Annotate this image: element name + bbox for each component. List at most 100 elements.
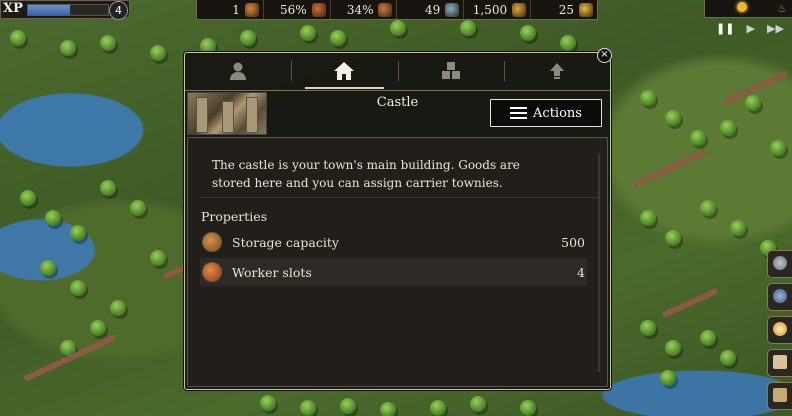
house-icon [334,62,355,80]
resource-flag-icon [378,2,393,17]
tree [770,140,786,156]
actions-button[interactable]: Actions [490,99,602,127]
resource-counter[interactable]: 1,500 [464,0,532,19]
close-button[interactable]: × [597,48,612,63]
property-label: Storage capacity [232,234,339,250]
resource-value: 25 [558,2,574,17]
tree [720,120,736,136]
property-value: 500 [561,234,585,250]
castle-tower [196,97,208,133]
resource-counter[interactable]: 25 [531,0,597,19]
dialog-tabs [185,53,610,89]
resource-counter[interactable]: 56% [264,0,331,19]
property-value: 4 [577,264,585,280]
building-portrait: ★★★ [187,92,267,170]
crown-icon [578,2,593,17]
actions-label: Actions [533,105,582,121]
happiness-face-icon [311,2,326,17]
tree [260,395,276,411]
xp-progress [27,4,109,16]
tree [690,130,706,146]
tree [660,370,676,386]
xp-label: XP [3,1,23,16]
tree [10,30,26,46]
tree [720,350,736,366]
resource-value: 1,500 [472,2,508,17]
tree [640,90,656,106]
info-panel: The castle is your town's main building.… [187,137,608,387]
tree [40,260,56,276]
crates-icon [441,62,460,79]
town-wall [632,148,708,188]
resource-value: 49 [425,2,441,17]
tree [745,95,761,111]
tree [470,396,486,412]
tree [70,280,86,296]
tree [340,398,356,414]
tree [20,190,36,206]
resource-value: 1 [232,2,240,17]
menu-icon [510,104,528,122]
resource-counter[interactable]: 49 [397,0,465,19]
tab-divider [185,90,610,91]
tab-building[interactable] [291,53,397,89]
tree [560,35,576,51]
side-button-globe[interactable] [767,283,792,311]
tree [130,200,146,216]
tree [150,250,166,266]
resource-counter[interactable]: 34% [331,0,398,19]
side-button-book[interactable] [767,382,792,410]
tree [665,110,681,126]
property-row: Storage capacity 500 [200,228,587,256]
speed-controls: ❚❚ ▶ ▶▶ [710,22,790,36]
tab-upgrade[interactable] [503,53,610,89]
side-button-gear[interactable] [767,250,792,278]
resource-counter[interactable]: 1 [197,0,264,19]
flame-icon: ♨ [777,2,787,15]
storage-chest-icon [202,232,222,252]
tree [100,35,116,51]
tree [60,40,76,56]
resource-value: 34% [346,2,374,17]
tree [90,320,106,336]
tree [700,200,716,216]
scroll-icon [773,355,787,369]
building-info-dialog: ★★★ Castle Actions The castle is your to… [184,52,611,390]
building-description: The castle is your town's main building.… [212,158,520,190]
tree [430,400,446,416]
tree [730,220,746,236]
tree [390,20,406,36]
tree [640,210,656,226]
resource-value: 56% [279,2,307,17]
tree [100,180,116,196]
building-title: Castle [376,95,419,110]
gear-icon [773,256,787,270]
tab-townie[interactable] [185,53,291,89]
person-icon [230,62,247,80]
tree [520,25,536,41]
globe-icon [773,289,787,303]
goods-cart-icon [445,2,460,17]
tree [150,45,166,61]
tree [240,30,256,46]
play-button[interactable]: ▶ [747,22,755,36]
side-button-scroll[interactable] [767,349,792,377]
tree [665,340,681,356]
scrollbar[interactable] [598,154,600,372]
sparkle-icon [773,322,787,336]
tree [330,30,346,46]
castle-tower [246,97,258,133]
tab-goods[interactable] [397,53,504,89]
town-wall [661,287,719,319]
pause-button[interactable]: ❚❚ [716,22,734,36]
xp-progress-fill [28,5,71,15]
xp-bar: XP 4 [0,0,130,20]
tree [110,300,126,316]
upgrade-arrow-icon [549,63,564,79]
tree [640,320,656,336]
properties-heading: Properties [201,209,268,224]
gold-coins-icon [512,2,527,17]
tree [70,225,86,241]
fast-forward-button[interactable]: ▶▶ [767,22,784,36]
side-button-effects[interactable] [767,316,792,344]
